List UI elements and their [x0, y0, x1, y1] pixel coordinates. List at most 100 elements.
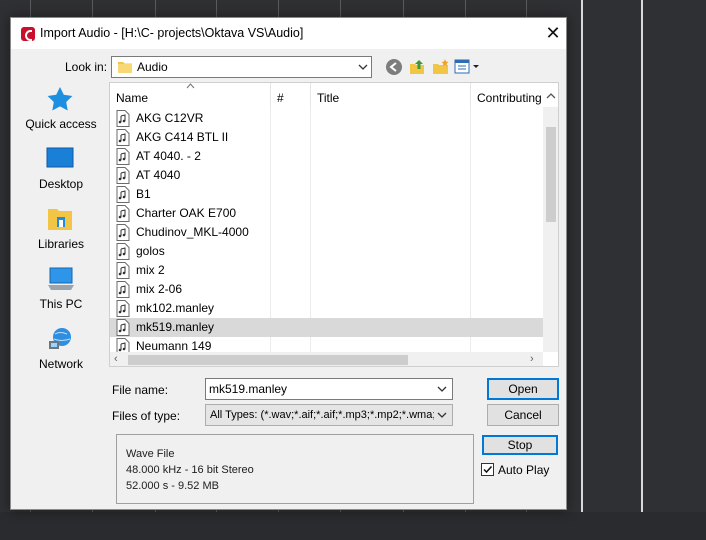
back-icon[interactable]: [386, 59, 402, 75]
computer-icon: [48, 267, 74, 290]
grid-line: [581, 0, 583, 540]
scroll-up-icon[interactable]: [546, 92, 556, 100]
new-folder-icon[interactable]: [432, 58, 450, 76]
cubase-app-icon: [21, 27, 35, 41]
file-row[interactable]: AT 4040: [110, 166, 543, 185]
file-name: AT 4040. - 2: [136, 149, 201, 163]
dialog-title: Import Audio - [H:\C- projects\Oktava VS…: [40, 26, 304, 40]
file-row[interactable]: Chudinov_MKL-4000: [110, 223, 543, 242]
file-name: mix 2-06: [136, 282, 183, 296]
file-name: Chudinov_MKL-4000: [136, 225, 249, 239]
look-in-label: Look in:: [65, 60, 108, 74]
places-bar: Quick access Desktop Libraries This PC N…: [21, 83, 101, 388]
audio-format: Wave File: [126, 448, 175, 460]
view-menu-icon[interactable]: [454, 59, 482, 75]
file-row[interactable]: AKG C414 BTL II: [110, 128, 543, 147]
audio-file-icon: [116, 129, 130, 146]
place-libraries[interactable]: Libraries: [21, 203, 101, 261]
file-name: golos: [136, 244, 165, 258]
place-label: This PC: [39, 297, 83, 311]
audio-file-icon: [116, 262, 130, 279]
audio-file-icon: [116, 148, 130, 165]
file-name: AKG C12VR: [136, 111, 204, 125]
close-icon[interactable]: ✕: [542, 22, 564, 44]
place-label: Libraries: [37, 237, 85, 251]
files-of-type-label: Files of type:: [112, 409, 181, 423]
audio-file-icon: [116, 243, 130, 260]
column-title[interactable]: Title: [311, 83, 470, 107]
file-row[interactable]: golos: [110, 242, 543, 261]
audio-file-icon: [116, 319, 130, 336]
stop-button[interactable]: Stop: [482, 435, 558, 455]
look-in-value: Audio: [137, 60, 168, 74]
file-row[interactable]: AKG C12VR: [110, 109, 543, 128]
star-icon: [47, 87, 73, 111]
file-row[interactable]: mk102.manley: [110, 299, 543, 318]
file-name: B1: [136, 187, 151, 201]
audio-info-panel: Wave File 48.000 kHz - 16 bit Stereo 52.…: [116, 434, 474, 504]
file-name: AT 4040: [136, 168, 181, 182]
chevron-down-icon[interactable]: [436, 383, 448, 395]
file-row[interactable]: mix 2: [110, 261, 543, 280]
audio-file-icon: [116, 205, 130, 222]
scroll-right-icon[interactable]: ›: [530, 353, 534, 365]
look-in-dropdown[interactable]: Audio: [111, 56, 372, 78]
place-label: Network: [38, 357, 83, 371]
grid-line: [641, 0, 643, 540]
file-row[interactable]: mix 2-06: [110, 280, 543, 299]
file-name: AKG C414 BTL II: [136, 130, 229, 144]
file-name: mk102.manley: [136, 301, 215, 315]
open-button[interactable]: Open: [487, 378, 559, 400]
chevron-down-icon: [437, 412, 447, 418]
import-audio-dialog: Import Audio - [H:\C- projects\Oktava VS…: [10, 17, 567, 510]
scrollbar-thumb[interactable]: [128, 355, 408, 365]
file-name: Charter OAK E700: [136, 206, 237, 220]
audio-specs: 48.000 kHz - 16 bit Stereo: [126, 464, 254, 476]
column-name[interactable]: Name: [110, 83, 270, 107]
file-name-field[interactable]: mk519.manley: [205, 378, 453, 400]
audio-file-icon: [116, 186, 130, 203]
file-row[interactable]: Charter OAK E700: [110, 204, 543, 223]
scrollbar-thumb[interactable]: [546, 127, 556, 222]
file-name-value: mk519.manley: [209, 382, 288, 396]
checkmark-icon: [483, 465, 493, 474]
place-this-pc[interactable]: This PC: [21, 263, 101, 321]
desktop-icon: [46, 147, 74, 168]
file-row[interactable]: AT 4040. - 2: [110, 147, 543, 166]
place-quick-access[interactable]: Quick access: [21, 83, 101, 141]
column-number[interactable]: #: [271, 83, 311, 107]
auto-play-checkbox[interactable]: [481, 463, 494, 476]
audio-file-icon: [116, 167, 130, 184]
file-row-selected[interactable]: mk519.manley: [110, 318, 543, 337]
place-desktop[interactable]: Desktop: [21, 143, 101, 201]
files-of-type-value: All Types: (*.wav;*.aif;*.aif;*.mp3;*.mp…: [210, 409, 434, 421]
audio-file-icon: [116, 300, 130, 317]
place-label: Quick access: [25, 117, 97, 131]
file-row[interactable]: B1: [110, 185, 543, 204]
place-network[interactable]: Network: [21, 323, 101, 381]
cancel-button[interactable]: Cancel: [487, 404, 559, 426]
file-name-label: File name:: [112, 383, 169, 397]
title-bar[interactable]: Import Audio - [H:\C- projects\Oktava VS…: [11, 18, 566, 49]
up-folder-icon[interactable]: [409, 58, 427, 76]
audio-file-icon: [116, 224, 130, 241]
file-list[interactable]: Name # Title Contributing AKG C12VR AKG …: [109, 82, 559, 367]
column-contributing[interactable]: Contributing: [471, 83, 551, 107]
network-icon: [49, 328, 71, 349]
background-band: [0, 512, 706, 540]
chevron-down-icon: [358, 64, 368, 70]
audio-duration-size: 52.000 s - 9.52 MB: [126, 480, 219, 492]
audio-file-icon: [116, 110, 130, 127]
horizontal-scrollbar[interactable]: ‹ ›: [110, 352, 543, 366]
audio-file-icon: [116, 281, 130, 298]
vertical-scrollbar[interactable]: [543, 107, 558, 352]
place-label: Desktop: [38, 177, 84, 191]
file-name: mix 2: [136, 263, 165, 277]
scroll-left-icon[interactable]: ‹: [114, 353, 118, 365]
file-name: Neumann 149: [136, 339, 212, 353]
column-header: Name # Title Contributing: [110, 83, 543, 107]
auto-play-label: Auto Play: [498, 463, 550, 477]
libraries-icon: [48, 209, 72, 230]
files-of-type-dropdown[interactable]: All Types: (*.wav;*.aif;*.aif;*.mp3;*.mp…: [205, 404, 453, 426]
file-name: mk519.manley: [136, 320, 215, 334]
